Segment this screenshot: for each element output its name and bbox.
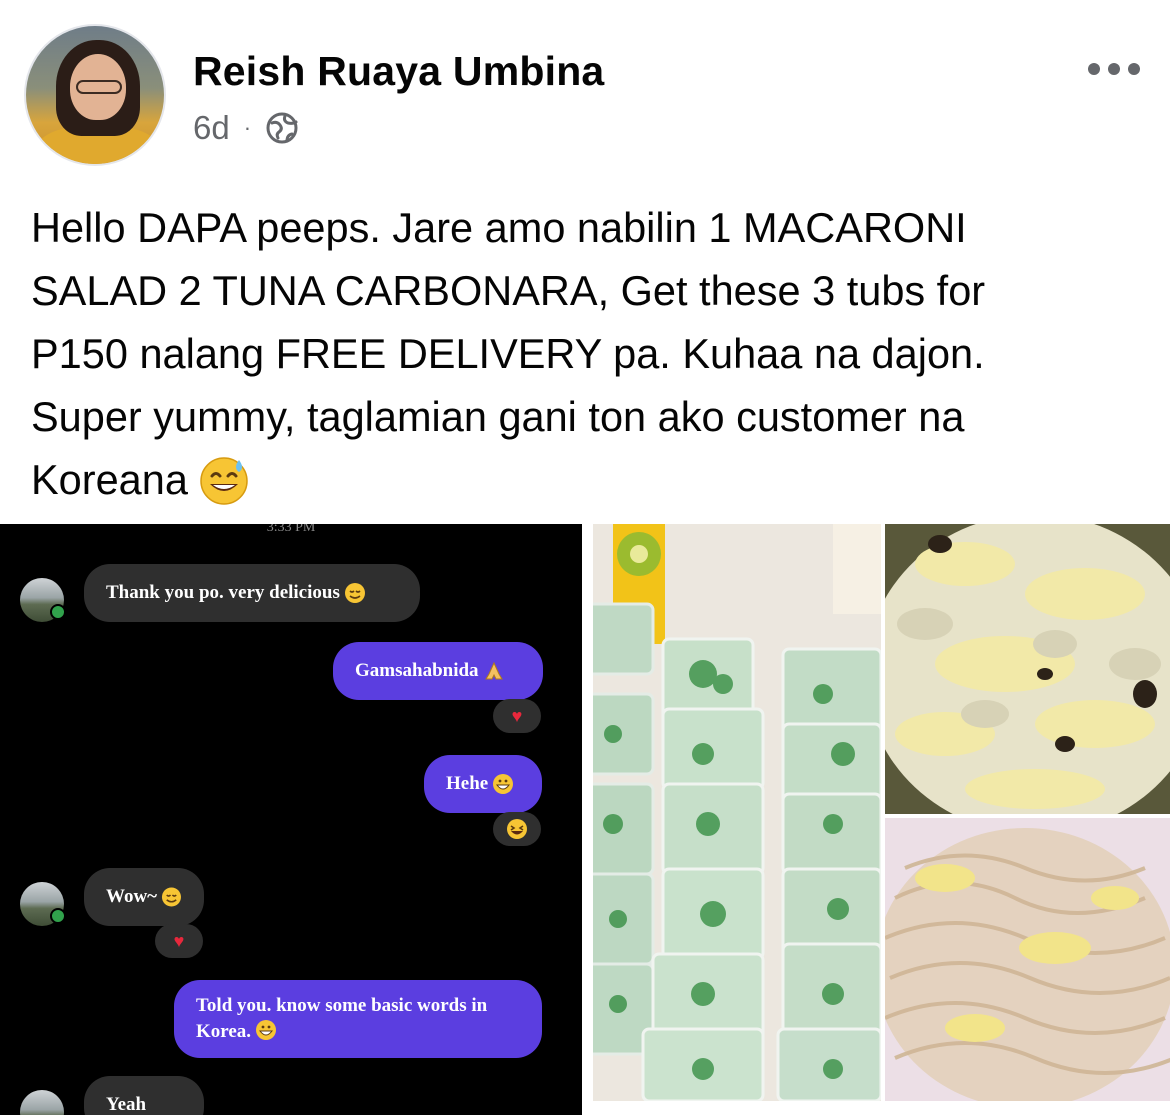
- chat-message: Wow~: [84, 868, 204, 926]
- more-options-icon[interactable]: [1088, 56, 1148, 82]
- chat-avatar: [20, 578, 66, 622]
- message-text: Thank you po. very delicious: [106, 582, 340, 603]
- post-text: Hello DAPA peeps. Jare amo nabilin 1 MAC…: [31, 204, 986, 503]
- smiling-face-emoji: [344, 583, 365, 603]
- smiling-face-emoji: [162, 887, 182, 907]
- buko-pandan-tubs-photo[interactable]: [593, 524, 881, 1101]
- chat-avatar: [20, 882, 66, 926]
- tubs-illustration: [593, 524, 881, 1101]
- meta-separator: ·: [243, 115, 252, 140]
- tuna-carbonara-photo[interactable]: [885, 818, 1170, 1101]
- folded-hands-emoji: [484, 661, 503, 680]
- message-text: Gamsahabnida: [355, 660, 479, 681]
- chat-screenshot: 3:33 PM Thank you po. very delicious Gam…: [0, 524, 582, 1115]
- macaroni-illustration: [885, 524, 1170, 814]
- chat-avatar: [20, 1090, 64, 1115]
- message-text: Told you. know some basic words in Korea…: [196, 995, 488, 1042]
- post-avatar[interactable]: [24, 24, 166, 166]
- chat-message: Hehe: [424, 755, 542, 813]
- message-text: Wow~: [106, 886, 158, 907]
- author-name[interactable]: Reish Ruaya Umbina: [193, 48, 604, 95]
- heart-reaction: ♥: [493, 699, 541, 733]
- grinning-emoji: [256, 1020, 277, 1040]
- grinning-sweat-emoji: [200, 457, 248, 505]
- carbonara-illustration: [885, 818, 1170, 1101]
- macaroni-salad-photo[interactable]: [885, 524, 1170, 814]
- globe-icon[interactable]: [265, 111, 299, 145]
- post-body: Hello DAPA peeps. Jare amo nabilin 1 MAC…: [31, 196, 1141, 511]
- chat-timestamp: 3:33 PM: [266, 524, 316, 535]
- chat-message: Thank you po. very delicious: [84, 564, 420, 622]
- chat-message: Told you. know some basic words in Korea…: [174, 980, 542, 1058]
- chat-message: Gamsahabnida: [333, 642, 543, 700]
- message-text: Yeah: [106, 1094, 147, 1115]
- laughing-emoji: [507, 819, 527, 839]
- chat-message-partial: Yeah: [84, 1076, 204, 1115]
- post-meta: 6d ·: [193, 108, 299, 148]
- post-time[interactable]: 6d: [193, 109, 230, 147]
- message-text: Hehe: [446, 773, 489, 794]
- laughing-reaction: [493, 812, 541, 846]
- grinning-emoji: [493, 774, 514, 794]
- heart-reaction: ♥: [155, 924, 203, 958]
